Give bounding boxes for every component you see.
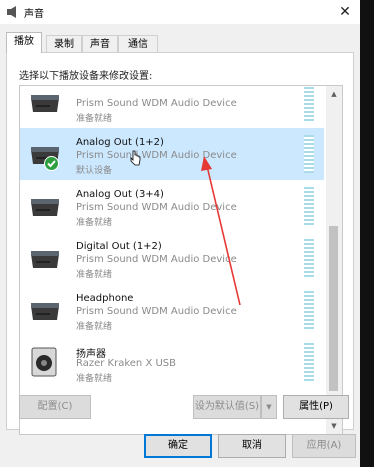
set-default-dropdown-icon[interactable]: ▼: [261, 395, 277, 419]
level-meter: [304, 187, 314, 225]
device-name: Analog Out (1+2): [76, 137, 164, 148]
list-item[interactable]: Analog Out (3+4) Prism Sound WDM Audio D…: [20, 180, 324, 232]
cancel-button[interactable]: 取消: [218, 434, 286, 458]
device-status: 准备就绪: [76, 114, 113, 124]
tab-sounds[interactable]: 声音: [82, 35, 118, 53]
vertical-scrollbar[interactable]: ▲ ▼: [326, 86, 342, 434]
sound-dialog: 声音 ✕ 播放 录制 声音 通信 选择以下播放设备来修改设置: Prism So…: [0, 0, 360, 467]
background-strip: [360, 0, 374, 467]
device-driver: Razer Kraken X USB: [76, 358, 177, 369]
ok-button[interactable]: 确定: [144, 434, 212, 458]
level-meter: [304, 86, 314, 121]
device-status: 准备就绪: [76, 218, 113, 228]
window-title: 声音: [24, 9, 44, 20]
list-item[interactable]: Digital Out (1+2) Prism Sound WDM Audio …: [20, 232, 324, 284]
configure-button[interactable]: 配置(C): [19, 395, 91, 419]
headset-speaker-icon: [31, 347, 57, 377]
scroll-up-icon[interactable]: ▲: [326, 86, 342, 102]
set-default-button[interactable]: 设为默认值(S): [193, 395, 261, 419]
device-status: 准备就绪: [76, 270, 113, 280]
speaker-device-icon: [31, 303, 59, 320]
device-status: 准备就绪: [76, 374, 113, 384]
device-driver: Prism Sound WDM Audio Device: [76, 306, 237, 317]
close-button[interactable]: ✕: [336, 3, 354, 21]
list-item[interactable]: Prism Sound WDM Audio Device 准备就绪: [20, 86, 324, 128]
device-name: Analog Out (3+4): [76, 189, 164, 200]
level-meter: [304, 291, 314, 329]
default-check-icon: [44, 156, 59, 171]
device-driver: Prism Sound WDM Audio Device: [76, 98, 237, 109]
list-item[interactable]: Headphone Prism Sound WDM Audio Device 准…: [20, 284, 324, 336]
device-name: Headphone: [76, 293, 134, 304]
scroll-down-icon[interactable]: ▼: [326, 418, 342, 434]
device-driver: Prism Sound WDM Audio Device: [76, 202, 237, 213]
device-status: 准备就绪: [76, 322, 113, 332]
speaker-device-icon: [31, 251, 59, 268]
title-bar: 声音 ✕: [0, 0, 360, 24]
speaker-device-icon: [31, 95, 59, 112]
list-item[interactable]: 扬声器 Razer Kraken X USB 准备就绪: [20, 336, 324, 388]
device-name: Digital Out (1+2): [76, 241, 162, 252]
device-driver: Prism Sound WDM Audio Device: [76, 254, 237, 265]
apply-button[interactable]: 应用(A): [292, 434, 356, 458]
device-list[interactable]: Prism Sound WDM Audio Device 准备就绪 Analog…: [19, 85, 343, 435]
level-meter: [304, 239, 314, 277]
mouse-cursor-icon: [130, 150, 141, 166]
device-status: 默认设备: [76, 166, 113, 176]
playback-panel: 选择以下播放设备来修改设置: Prism Sound WDM Audio Dev…: [6, 52, 354, 435]
tab-communications[interactable]: 通信: [118, 35, 158, 53]
level-meter: [304, 135, 314, 173]
properties-button[interactable]: 属性(P): [283, 395, 349, 419]
tab-playback[interactable]: 播放: [6, 32, 42, 53]
level-meter: [304, 343, 314, 381]
scroll-thumb[interactable]: [329, 226, 338, 391]
instruction-text: 选择以下播放设备来修改设置:: [19, 71, 153, 82]
tab-recording[interactable]: 录制: [46, 35, 82, 53]
list-item-selected[interactable]: Analog Out (1+2) Prism Sound WDM Audio D…: [20, 128, 324, 180]
speaker-device-icon: [31, 199, 59, 216]
device-driver: Prism Sound WDM Audio Device: [76, 150, 237, 161]
speaker-icon: [7, 6, 16, 18]
